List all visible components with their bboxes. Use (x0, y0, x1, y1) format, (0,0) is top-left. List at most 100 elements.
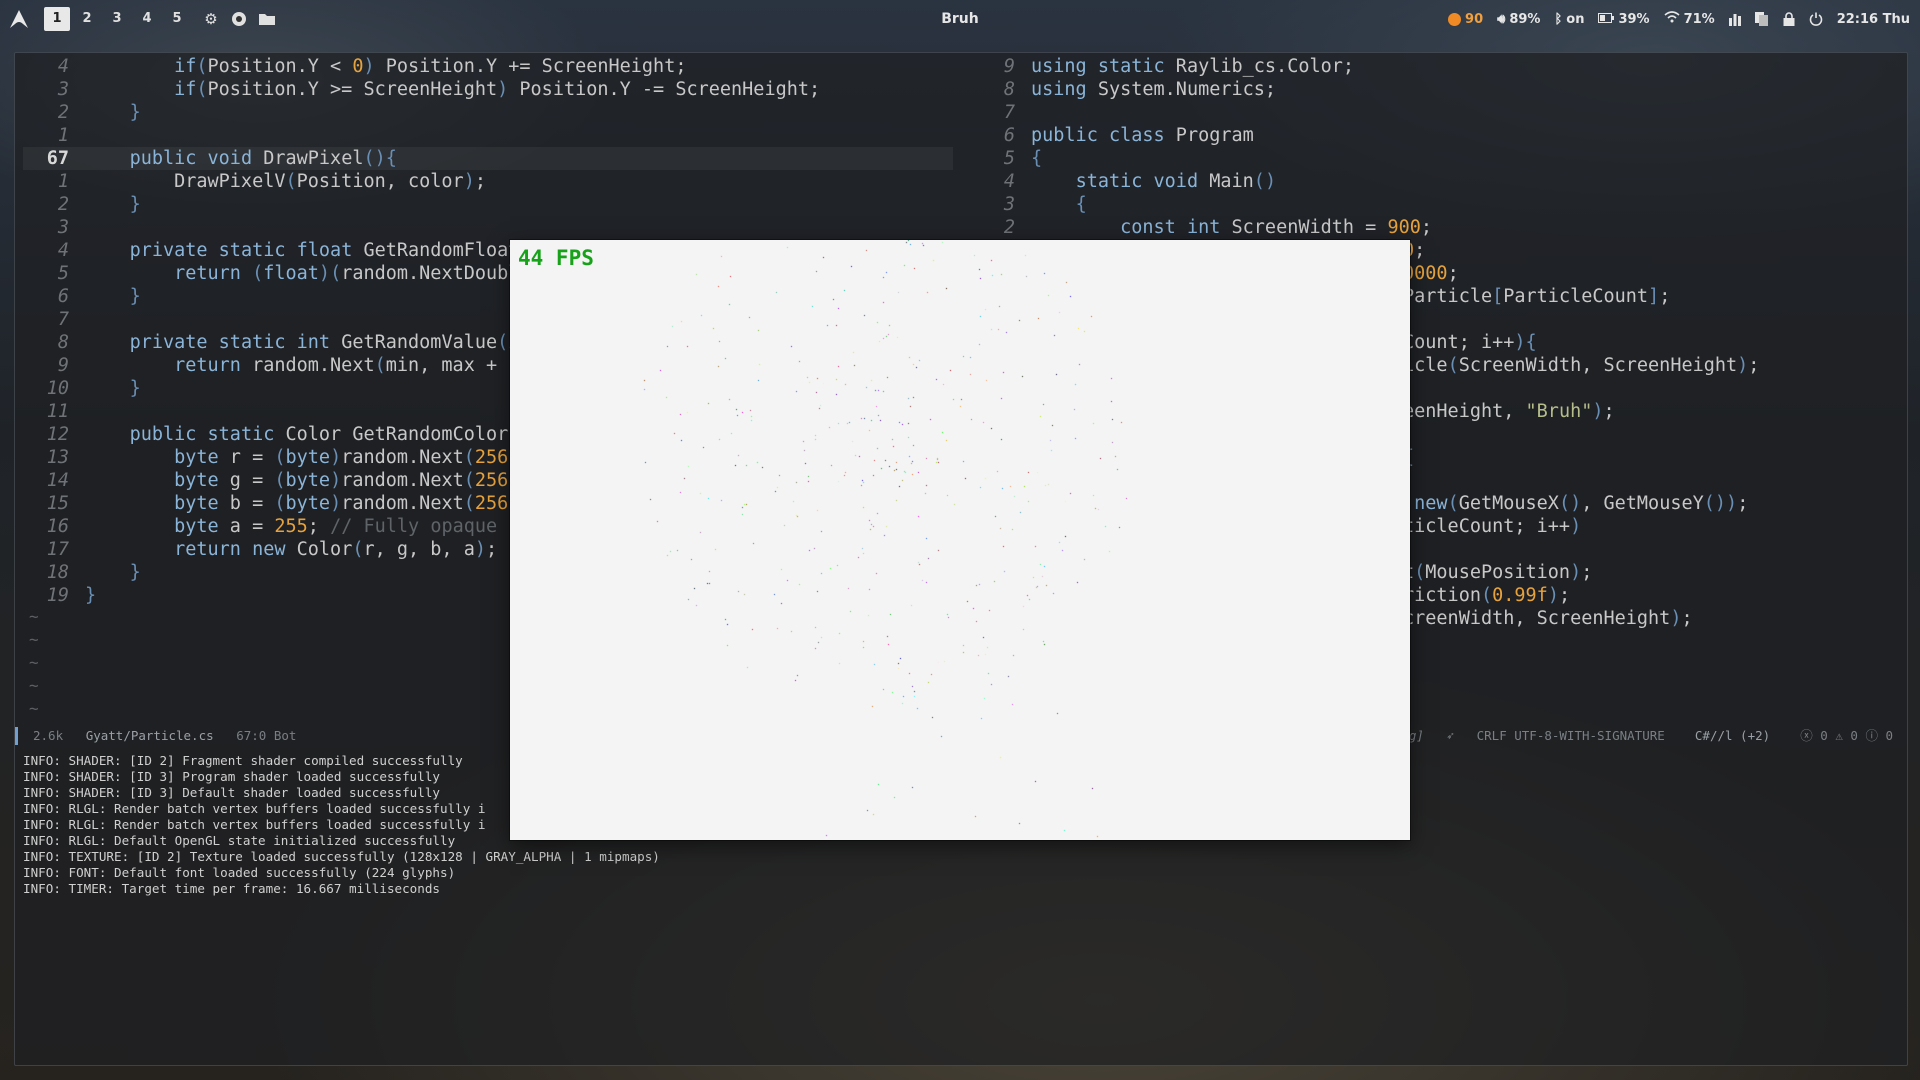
code-text: icle(ScreenWidth, ScreenHeight); (1403, 355, 1760, 376)
left-code-line[interactable]: 1 (15, 124, 85, 147)
power-icon[interactable] (1809, 12, 1823, 26)
line-number: 12 (46, 424, 69, 445)
workspace-4[interactable]: 4 (134, 7, 160, 31)
empty-line-marker: ~ (29, 653, 39, 672)
line-number: 6 (57, 286, 69, 307)
code-text: public void DrawPixel(){ (129, 148, 397, 169)
code-text: riction(0.99f); (1403, 585, 1571, 606)
left-code-line[interactable]: 19} (15, 584, 96, 607)
left-code-line[interactable]: 9 return random.Next(min, max + 1 (15, 354, 520, 377)
right-code-line[interactable]: 5{ (961, 147, 1042, 170)
chart-icon[interactable] (1728, 12, 1741, 26)
files-icon[interactable] (1754, 12, 1769, 26)
workspace-1[interactable]: 1 (44, 7, 70, 31)
right-code-line[interactable]: riction(0.99f); (1403, 584, 1570, 607)
left-code-line[interactable]: 2 } (15, 101, 141, 124)
updates-indicator[interactable]: 90 (1448, 12, 1483, 27)
right-code-line[interactable]: 4 static void Main() (961, 170, 1276, 193)
empty-line-marker: ~ (29, 676, 39, 695)
line-number: 11 (46, 401, 69, 422)
right-code-line[interactable]: 7 (961, 101, 1031, 124)
settings-icon[interactable]: ⚙ (200, 8, 222, 30)
left-code-line[interactable]: 14 byte g = (byte)random.Next(256) (15, 469, 520, 492)
workspace-2[interactable]: 2 (74, 7, 100, 31)
right-code-line[interactable]: 8 using System.Numerics; (961, 78, 1276, 101)
line-number: 3 (57, 217, 69, 238)
log-line: INFO: RLGL: Default OpenGL state initial… (23, 833, 456, 848)
line-number: 1 (57, 171, 69, 192)
line-number: 5 (57, 263, 69, 284)
folder-icon[interactable] (256, 8, 278, 30)
line-number: 5 (1003, 148, 1015, 169)
left-code-line[interactable]: 67 public void DrawPixel(){ (15, 147, 397, 170)
left-code-line[interactable]: 17 return new Color(r, g, b, a); (15, 538, 497, 561)
left-code-line[interactable]: 11 (15, 400, 85, 423)
particle-canvas[interactable] (510, 240, 1410, 840)
empty-line-marker: ~ (29, 607, 39, 626)
left-code-line[interactable]: 3 (15, 216, 85, 239)
file-size: 2.6k (33, 728, 64, 743)
clock[interactable]: 22:16 Thu (1837, 12, 1910, 27)
right-code-line[interactable]: Particle[ParticleCount]; (1403, 285, 1670, 308)
line-number: 3 (1003, 194, 1015, 215)
right-code-line[interactable]: 2 const int ScreenWidth = 900; (961, 216, 1432, 239)
right-code-line[interactable]: creenWidth, ScreenHeight); (1403, 607, 1693, 630)
bluetooth-indicator[interactable]: ᛒ on (1554, 12, 1584, 27)
code-text: t(MousePosition); (1403, 562, 1593, 583)
right-code-line[interactable]: t(MousePosition); (1403, 561, 1592, 584)
left-code-line[interactable]: 13 byte r = (byte)random.Next(256) (15, 446, 520, 469)
code-text: 0000; (1403, 263, 1459, 284)
line-number: 7 (1003, 102, 1015, 123)
left-code-line[interactable]: 12 public static Color GetRandomColor( (15, 423, 520, 446)
right-code-line[interactable]: 9 using static Raylib_cs.Color; (961, 55, 1354, 78)
code-text: byte b = (byte)random.Next(256) (174, 493, 519, 514)
right-code-line[interactable]: icle(ScreenWidth, ScreenHeight); (1403, 354, 1759, 377)
left-code-line[interactable]: 4 private static float GetRandomFloat (15, 239, 520, 262)
log-line: INFO: TIMER: Target time per frame: 16.6… (23, 881, 441, 896)
battery-icon (1598, 12, 1615, 27)
code-text: } (129, 378, 141, 399)
browser-icon[interactable] (228, 8, 250, 30)
left-code-line[interactable]: 1 DrawPixelV(Position, color); (15, 170, 486, 193)
code-text: } (129, 194, 141, 215)
workspace-5[interactable]: 5 (164, 7, 190, 31)
code-text: if(Position.Y < 0) Position.Y += ScreenH… (174, 56, 687, 77)
left-code-line[interactable]: 10 } (15, 377, 141, 400)
left-code-line[interactable]: 2 } (15, 193, 141, 216)
battery-indicator[interactable]: 39% (1598, 12, 1650, 27)
arch-logo-icon[interactable] (8, 8, 30, 30)
right-code-line[interactable]: eenHeight, "Bruh"); (1403, 400, 1615, 423)
code-text: private static float GetRandomFloat (129, 240, 520, 261)
wifi-indicator[interactable]: 71% (1664, 11, 1715, 27)
right-code-line[interactable]: new(GetMouseX(), GetMouseY()); (1403, 492, 1748, 515)
left-code-line[interactable]: 5 return (float)(random.NextDoubl (15, 262, 520, 285)
workspace-3[interactable]: 3 (104, 7, 130, 31)
right-code-line[interactable]: 3 { (961, 193, 1087, 216)
left-code-line[interactable]: 18 } (15, 561, 141, 584)
diagnostics: ⓧ 0 ⚠ 0 ⓘ 0 (1800, 728, 1893, 743)
left-code-line[interactable]: 16 byte a = 255; // Fully opaque c (15, 515, 520, 538)
left-code-line[interactable]: 3 if(Position.Y >= ScreenHeight) Positio… (15, 78, 820, 101)
left-code-line[interactable]: 6 } (15, 285, 141, 308)
file-path[interactable]: Gyatt/Particle.cs (86, 728, 214, 743)
left-code-line[interactable]: 8 private static int GetRandomValue(i (15, 331, 520, 354)
right-code-line[interactable]: 6 public class Program (961, 124, 1254, 147)
volume-icon: 🔊︎ (1497, 11, 1506, 27)
log-line: INFO: TEXTURE: [ID 2] Texture loaded suc… (23, 849, 660, 864)
code-text: } (129, 102, 141, 123)
raylib-window[interactable]: 44 FPS (510, 240, 1410, 840)
line-number: 4 (1003, 171, 1015, 192)
mode-indicator (15, 727, 18, 745)
line-number: 16 (46, 516, 69, 537)
left-code-line[interactable]: 4 if(Position.Y < 0) Position.Y += Scree… (15, 55, 687, 78)
line-number: 6 (1003, 125, 1015, 146)
code-text: const int ScreenWidth = 900; (1120, 217, 1433, 238)
lock-icon[interactable] (1783, 12, 1795, 26)
right-code-line[interactable]: 0000; (1403, 262, 1459, 285)
line-number: 2 (57, 102, 69, 123)
right-code-line[interactable]: ticleCount; i++) (1403, 515, 1581, 538)
left-code-line[interactable]: 15 byte b = (byte)random.Next(256) (15, 492, 520, 515)
right-code-line[interactable]: Count; i++){ (1403, 331, 1537, 354)
left-code-line[interactable]: 7 (15, 308, 85, 331)
volume-indicator[interactable]: 🔊︎ 89% (1497, 12, 1540, 27)
